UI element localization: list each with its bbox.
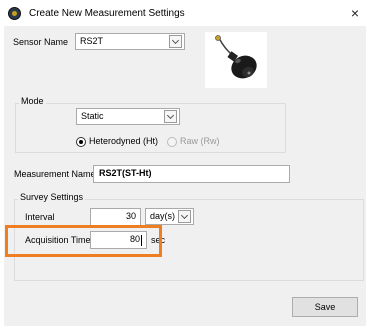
title-bar: Create New Measurement Settings × [0, 0, 370, 26]
highlight-box [5, 225, 162, 257]
radio-raw[interactable] [167, 137, 177, 147]
sensor-name-value: RS2T [80, 36, 104, 46]
measurement-name-input[interactable]: RS2T(ST-Ht) [93, 165, 290, 183]
sensor-name-label: Sensor Name [13, 37, 69, 47]
app-sensor-icon [8, 7, 21, 20]
close-button[interactable]: × [344, 3, 366, 23]
radio-heterodyned[interactable] [76, 137, 86, 147]
interval-unit-dropdown[interactable]: day(s) [145, 208, 194, 225]
chevron-down-icon [178, 210, 191, 223]
chevron-down-icon [169, 35, 182, 48]
sensor-name-dropdown[interactable]: RS2T [75, 33, 185, 50]
interval-unit-value: day(s) [150, 211, 176, 221]
interval-label: Interval [25, 212, 55, 222]
interval-input[interactable]: 30 [90, 208, 141, 226]
chevron-down-icon [164, 110, 177, 123]
save-button[interactable]: Save [292, 297, 358, 317]
interval-value: 30 [125, 211, 136, 221]
mode-group-label: Mode [19, 96, 46, 106]
radio-heterodyned-label: Heterodyned (Ht) [89, 136, 159, 146]
window-title: Create New Measurement Settings [29, 8, 185, 19]
mode-value: Static [81, 111, 104, 121]
mode-dropdown[interactable]: Static [76, 108, 180, 125]
radio-raw-label: Raw (Rw) [180, 136, 220, 146]
survey-settings-label: Survey Settings [18, 192, 86, 202]
measurement-name-label: Measurement Name [14, 169, 96, 179]
sensor-probe-image [205, 32, 267, 88]
measurement-name-value: RS2T(ST-Ht) [99, 168, 152, 178]
